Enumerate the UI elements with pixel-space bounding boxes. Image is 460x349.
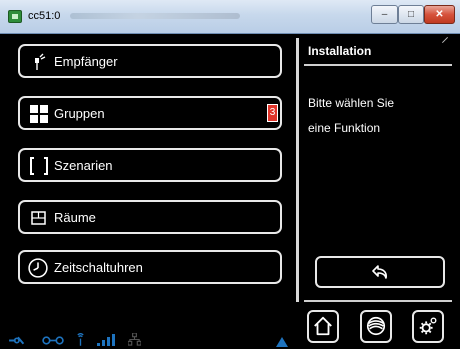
minimize-button[interactable]: – xyxy=(371,5,398,24)
menu-button-empfaenger[interactable]: Empfänger xyxy=(18,44,282,78)
window-title-blurred-text xyxy=(70,13,240,19)
room-icon xyxy=(31,211,46,225)
resize-corner-icon[interactable] xyxy=(441,36,449,44)
signal-strength-icon xyxy=(97,334,115,346)
menu-label: Zeitschaltuhren xyxy=(54,260,143,275)
menu-label: Empfänger xyxy=(54,54,118,69)
app-icon xyxy=(8,10,22,23)
home-icon xyxy=(314,316,332,336)
menu-label: Szenarien xyxy=(54,158,113,173)
connection-status-icon xyxy=(9,336,25,345)
clock-icon xyxy=(28,258,48,278)
brackets-icon xyxy=(30,157,48,175)
panel-text-line1: Bitte wählen Sie xyxy=(308,96,395,110)
brand-logo-icon xyxy=(366,316,386,336)
count-badge: 3 xyxy=(267,104,278,122)
menu-label: Räume xyxy=(54,210,96,225)
maximize-button[interactable]: □ xyxy=(398,5,424,24)
group-grid-icon xyxy=(30,105,48,123)
close-button[interactable]: ✕ xyxy=(424,5,455,24)
panel-text-line2: eine Funktion xyxy=(308,121,381,135)
menu-button-zeitschaltuhren[interactable]: Zeitschaltuhren xyxy=(18,250,282,284)
bottom-divider xyxy=(304,300,452,302)
menu-button-raeume[interactable]: Räume xyxy=(18,200,282,234)
antenna-icon xyxy=(77,333,84,346)
gear-icon xyxy=(419,317,437,335)
menu-label: Gruppen xyxy=(54,106,105,121)
menu-button-gruppen[interactable]: Gruppen 3 xyxy=(18,96,282,130)
plug-icon xyxy=(35,53,46,70)
network-status-icon xyxy=(42,336,64,345)
app-content: Empfänger Gruppen 3 Szenarien Räume Zeit… xyxy=(8,34,452,347)
scroll-up-icon[interactable] xyxy=(276,337,288,347)
menu-button-szenarien[interactable]: Szenarien xyxy=(18,148,282,182)
back-button[interactable] xyxy=(315,256,445,288)
window-titlebar: cc51:0 – □ ✕ xyxy=(0,0,460,34)
window-title: cc51:0 xyxy=(28,10,61,22)
panel-title-divider xyxy=(304,64,452,66)
lan-icon xyxy=(128,333,141,346)
panel-divider xyxy=(296,38,299,302)
panel-title: Installation xyxy=(308,44,372,58)
back-arrow-icon xyxy=(372,265,387,279)
